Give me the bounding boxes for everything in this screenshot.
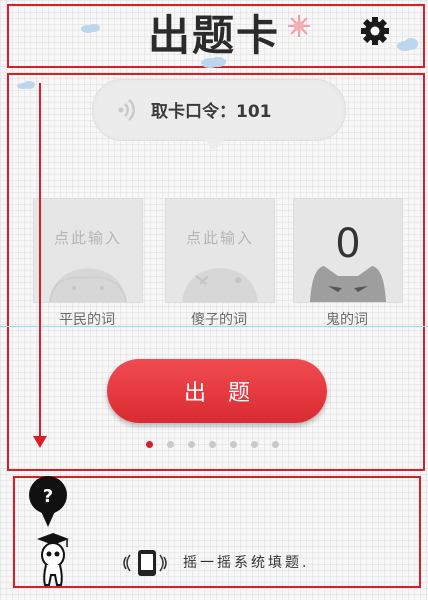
pager-dot[interactable] bbox=[167, 441, 174, 448]
bubble-tail bbox=[204, 139, 224, 151]
arrow-head bbox=[33, 436, 47, 448]
command-label: 取卡口令：101 bbox=[151, 102, 272, 122]
face-icon bbox=[182, 268, 258, 302]
arrow-line bbox=[39, 83, 41, 438]
civilian-word-card[interactable]: 点此输入 bbox=[33, 198, 143, 303]
pager-dot[interactable] bbox=[188, 441, 195, 448]
civilian-word-input[interactable]: 点此输入 bbox=[34, 227, 142, 248]
fool-word-card[interactable]: 点此输入 bbox=[165, 198, 275, 303]
sound-wave-icon bbox=[118, 99, 135, 121]
help-bubble-icon[interactable]: ? bbox=[26, 475, 70, 529]
sun-icon bbox=[288, 15, 310, 37]
pager-dot[interactable] bbox=[230, 441, 237, 448]
gear-icon[interactable] bbox=[360, 16, 390, 46]
guide-line bbox=[0, 326, 428, 327]
pager-dot-active[interactable] bbox=[146, 441, 153, 448]
shake-hint: 摇一摇系统填题. bbox=[183, 555, 310, 571]
fool-word-input[interactable]: 点此输入 bbox=[166, 227, 274, 248]
mascot-icon bbox=[37, 533, 69, 586]
generate-button[interactable]: 出题 bbox=[107, 359, 327, 423]
svg-text:?: ? bbox=[43, 486, 53, 507]
face-icon bbox=[49, 268, 127, 302]
ghost-face-icon bbox=[310, 266, 386, 302]
pager-dot[interactable] bbox=[209, 441, 216, 448]
ghost-word-card[interactable]: 0 bbox=[293, 198, 403, 303]
command-bubble: 取卡口令：101 bbox=[92, 79, 346, 141]
pager-dot[interactable] bbox=[251, 441, 258, 448]
main-panel: 取卡口令：101 点此输入 平民的词 点此输入 傻子的词 0 鬼的词 出题 bbox=[7, 73, 425, 471]
shake-phone-icon bbox=[123, 550, 167, 576]
ghost-word-count: 0 bbox=[335, 221, 361, 267]
pager-dot[interactable] bbox=[272, 441, 279, 448]
